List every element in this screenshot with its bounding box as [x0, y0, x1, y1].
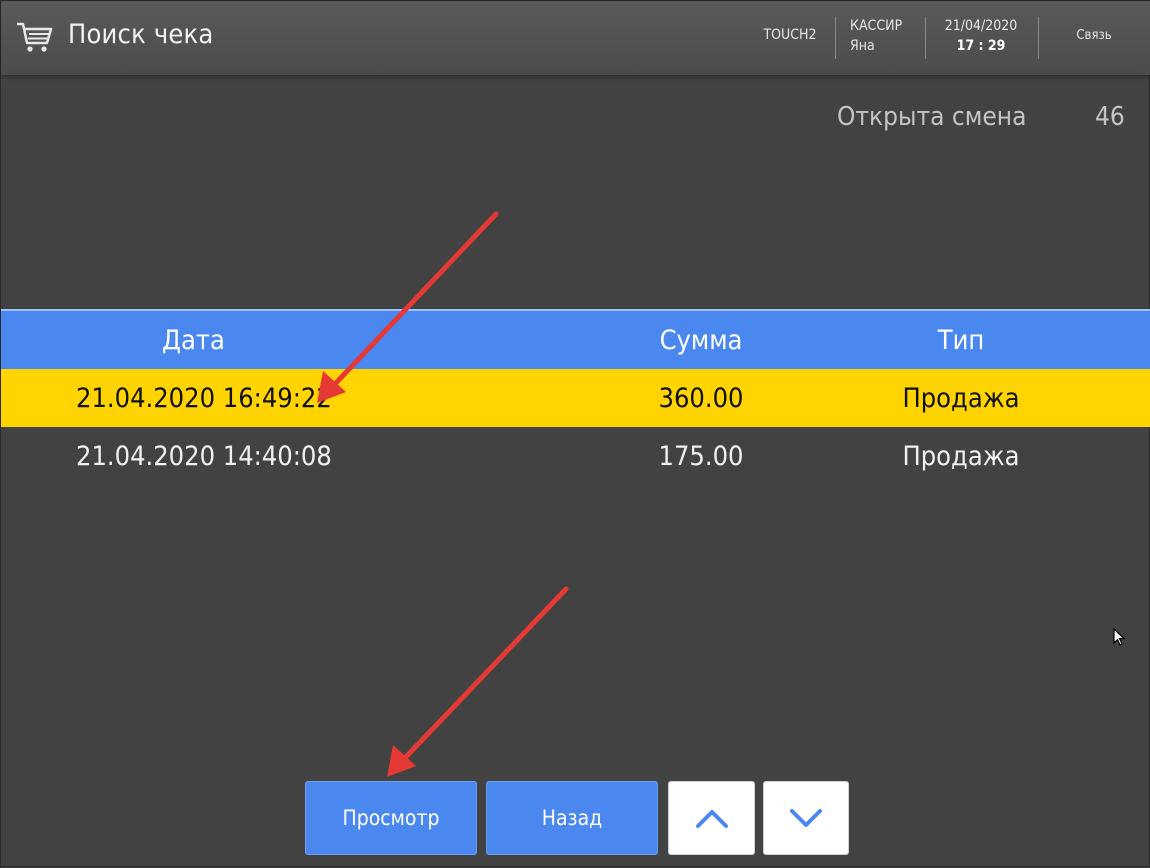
- cell-sum: 360.00: [658, 382, 744, 414]
- column-header-date: Дата: [162, 324, 225, 356]
- view-button[interactable]: Просмотр: [305, 781, 477, 855]
- table-header: Дата Сумма Тип: [1, 309, 1150, 369]
- header-divider: [1038, 17, 1039, 59]
- cashier-name: Яна: [850, 38, 875, 54]
- column-header-sum: Сумма: [659, 324, 743, 356]
- table-row[interactable]: 21.04.2020 14:40:08 175.00 Продажа: [1, 427, 1150, 485]
- scroll-down-button[interactable]: [763, 781, 849, 855]
- header-divider: [835, 17, 836, 59]
- shift-label: Открыта смена: [837, 102, 1027, 132]
- header-date: 21/04/2020: [944, 18, 1018, 34]
- cell-type: Продажа: [902, 440, 1020, 472]
- app-window: Поиск чека TOUCH2 КАССИР Яна 21/04/2020 …: [0, 0, 1150, 867]
- header-time: 17 : 29: [956, 38, 1006, 54]
- mouse-cursor-icon: [1113, 628, 1126, 646]
- back-button[interactable]: Назад: [486, 781, 658, 855]
- table-row-selected[interactable]: 21.04.2020 16:49:22 360.00 Продажа: [1, 369, 1150, 427]
- shift-number: 46: [1095, 102, 1125, 132]
- cell-date: 21.04.2020 16:49:22: [76, 382, 332, 414]
- top-bar: Поиск чека TOUCH2 КАССИР Яна 21/04/2020 …: [1, 1, 1150, 75]
- chevron-up-icon: [695, 810, 728, 828]
- scroll-up-button[interactable]: [668, 781, 755, 855]
- shopping-cart-icon: [17, 22, 53, 52]
- annotation-arrow-icon: [387, 586, 569, 777]
- header-divider: [925, 17, 926, 59]
- receipts-table: Дата Сумма Тип 21.04.2020 16:49:22 360.0…: [1, 309, 1150, 485]
- cell-type: Продажа: [902, 382, 1020, 414]
- connection-button[interactable]: Связь: [1061, 28, 1127, 43]
- cashier-role: КАССИР: [850, 18, 903, 34]
- chevron-down-icon: [790, 809, 822, 827]
- cell-sum: 175.00: [658, 440, 744, 472]
- cell-date: 21.04.2020 14:40:08: [76, 440, 332, 472]
- column-header-type: Тип: [937, 324, 985, 356]
- station-name: TOUCH2: [763, 27, 817, 43]
- page-title: Поиск чека: [68, 19, 214, 50]
